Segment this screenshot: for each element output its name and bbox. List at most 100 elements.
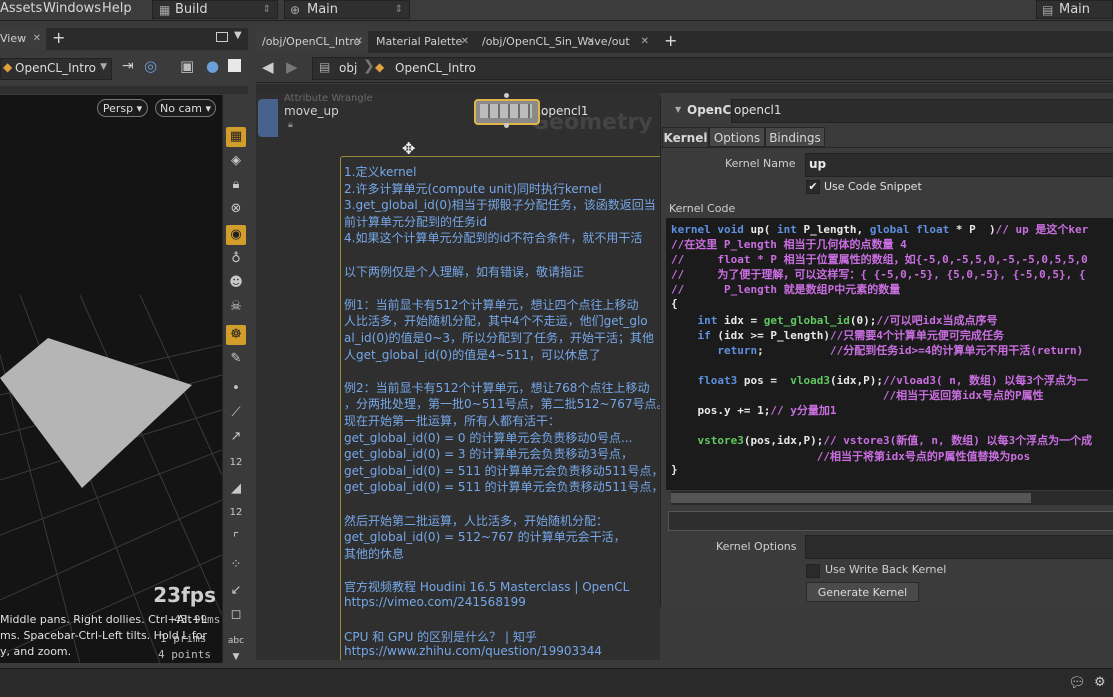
shading-icon[interactable]: ◉ <box>226 225 246 245</box>
vector-icon[interactable]: ↙ <box>226 581 246 601</box>
corner-icon[interactable]: ⌜ <box>226 529 246 549</box>
tab-label: Material Palette <box>376 35 463 48</box>
light-icon[interactable]: ♁ <box>226 249 246 269</box>
tab-options[interactable]: Options <box>709 127 765 147</box>
prim-numbers-icon[interactable]: 12 <box>226 503 246 523</box>
sticky-note[interactable]: 1.定义kernel 2.许多计算单元(compute unit)同时执行kern… <box>340 156 660 660</box>
horizontal-scrollbar[interactable] <box>671 491 1113 505</box>
opencl-node[interactable] <box>474 99 540 125</box>
updown-icon: ⇕ <box>394 4 403 15</box>
node-name-value: opencl1 <box>734 103 782 117</box>
camera-menu[interactable]: No cam ▾ <box>155 99 216 117</box>
kernel-code-editor[interactable]: kernel void up( int P_length, global flo… <box>666 218 1113 490</box>
numbers-icon[interactable]: 12 <box>226 453 246 473</box>
forward-arrow-icon[interactable]: ▶ <box>286 58 298 76</box>
brush-icon[interactable]: ✎ <box>226 349 246 369</box>
back-arrow-icon[interactable]: ◀ <box>262 58 274 76</box>
target-icon[interactable]: ◎ <box>144 57 157 75</box>
code-line: //相当于返回第idx号点的P属性 <box>882 389 1044 403</box>
network-label: Main <box>307 2 339 17</box>
note-line: 人get_global_id(0)的值是4~511，可以休息了 <box>344 347 601 362</box>
path-bar: ◀ ▶ ▤ obj ❯ ◆ OpenCL_Intro <box>256 54 1113 83</box>
normal-icon[interactable]: ↗ <box>226 427 246 447</box>
box-icon[interactable]: ◻ <box>226 605 246 625</box>
opencl-node-name[interactable]: opencl1 <box>541 104 589 118</box>
tab-out[interactable]: /out ✕ <box>602 31 654 53</box>
input-connector[interactable] <box>504 93 509 98</box>
display-icon[interactable] <box>228 59 241 72</box>
snap-icon[interactable]: ◈ <box>226 151 246 171</box>
persp-menu[interactable]: Persp ▾ <box>97 99 148 117</box>
layout-selector[interactable]: ▤ Main <box>1036 0 1113 19</box>
generate-kernel-button[interactable]: Generate Kernel <box>806 582 919 602</box>
tab-view[interactable]: View ✕ <box>0 28 46 50</box>
cube-icon[interactable]: ▣ <box>180 57 194 75</box>
tab-bindings[interactable]: Bindings <box>765 127 825 147</box>
node-selector[interactable]: ◆ OpenCL_Intro ▼ <box>0 58 112 80</box>
close-icon[interactable]: ✕ <box>355 31 363 53</box>
select-mode-icon[interactable]: ▦ <box>226 127 246 147</box>
tab-opencl-sin-wave[interactable]: /obj/OpenCL_Sin_Wave ✕ <box>476 31 608 53</box>
grid-plane <box>0 294 222 663</box>
scatter-icon[interactable]: ⁘ <box>226 555 246 575</box>
breadcrumb-node[interactable]: OpenCL_Intro <box>395 61 476 75</box>
note-line: https://vimeo.com/241568199 <box>344 594 526 609</box>
tab-material-palette[interactable]: Material Palette ✕ <box>370 31 474 53</box>
note-line: get_global_id(0) = 512~767 的计算单元会干活， <box>344 530 626 545</box>
add-tab-icon[interactable]: + <box>52 28 65 47</box>
note-line: 2.许多计算单元(compute unit)同时执行kernel <box>344 181 602 196</box>
tab-opencl-intro[interactable]: /obj/OpenCL_Intro ✕ <box>256 31 368 53</box>
close-icon[interactable]: ✕ <box>641 31 649 53</box>
chevron-down-icon[interactable]: ▼ <box>226 647 246 667</box>
breadcrumb-root[interactable]: obj <box>339 61 357 75</box>
node-name-field[interactable]: opencl1 <box>731 99 1113 123</box>
code-input-bar[interactable] <box>668 511 1113 531</box>
scene-viewport[interactable]: Persp ▾ No cam ▾ 23fps 43.99ms 1 prims 4… <box>0 95 222 663</box>
kernel-code-label: Kernel Code <box>669 202 736 215</box>
note-line: 以下两例仅是个人理解，如有错误，敬请指正 <box>344 264 585 279</box>
close-icon[interactable]: ✕ <box>461 31 469 53</box>
grid-icon: ▦ <box>159 3 171 17</box>
pin-icon[interactable]: ⇥ <box>122 58 134 74</box>
ghost-icon[interactable]: ☻ <box>226 273 246 293</box>
scrollbar-thumb[interactable] <box>671 493 1031 503</box>
lock-icon[interactable]: 🔒︎ <box>226 175 246 195</box>
camera-lock-icon[interactable]: ⊗ <box>226 199 246 219</box>
viewport-header-strip <box>0 86 248 94</box>
menu-assets[interactable]: Assets <box>0 1 42 16</box>
edge-icon[interactable]: ⟋ <box>226 403 246 423</box>
object-icon: ◆ <box>375 60 385 74</box>
tab-kernel[interactable]: Kernel <box>662 127 709 147</box>
network-status-icon[interactable]: ⚙ <box>1094 675 1106 690</box>
desktop-selector[interactable]: ▦ Build ⇕ <box>152 0 278 19</box>
point-icon[interactable]: • <box>226 379 246 399</box>
chat-icon[interactable]: 💬︎ <box>1068 675 1086 691</box>
display-options-icon[interactable]: ☸ <box>226 325 246 345</box>
status-bar: 💬︎ ⚙ <box>0 668 1113 697</box>
maximize-icon[interactable] <box>216 32 228 42</box>
points-count: 4 points <box>158 648 211 661</box>
network-selector[interactable]: ⊕ Main ⇕ <box>284 0 410 19</box>
kernel-options-input[interactable] <box>805 535 1113 559</box>
chevron-down-icon: ▼ <box>100 62 107 72</box>
write-back-checkbox[interactable] <box>806 564 820 578</box>
wrangle-node-icon[interactable] <box>258 99 278 137</box>
add-tab-icon[interactable]: + <box>664 31 677 50</box>
close-icon[interactable]: ✕ <box>587 31 595 53</box>
close-icon[interactable]: ✕ <box>33 28 41 50</box>
output-connector[interactable] <box>504 123 509 128</box>
wrangle-name[interactable]: move_up <box>284 104 339 118</box>
code-line: // P_length 就是数组P中元素的数量 <box>671 283 901 297</box>
code-line: //相当于将第idx号点的P属性值替换为pos <box>816 449 1031 463</box>
menu-help[interactable]: Help <box>102 1 132 16</box>
network-editor[interactable]: Attribute Wrangle move_up 🔒︎ Geometry op… <box>256 93 660 660</box>
chevron-down-icon[interactable]: ▼ <box>234 30 242 41</box>
viewport-toolbar: ◆ OpenCL_Intro ▼ ⇥ ◎ ▣ ● <box>0 52 248 84</box>
use-snippet-checkbox[interactable]: ✔ <box>806 180 820 194</box>
skull-icon[interactable]: ☠ <box>226 297 246 317</box>
kernel-name-input[interactable]: up <box>805 153 1113 177</box>
note-line: 例2：当前显卡有512个计算单元，想让768个点往上移动 <box>344 380 650 395</box>
sphere-icon[interactable]: ● <box>206 57 219 75</box>
paint-icon[interactable]: ◢ <box>226 479 246 499</box>
menu-windows[interactable]: Windows <box>43 1 101 16</box>
